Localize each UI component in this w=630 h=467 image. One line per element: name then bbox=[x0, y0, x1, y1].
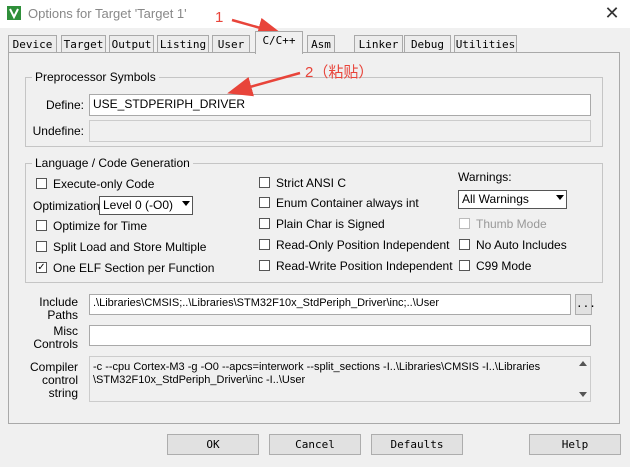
annotation-arrows bbox=[227, 17, 301, 97]
annotation-arrow-2 bbox=[227, 71, 301, 97]
tab-c-cpp[interactable]: C/C++ bbox=[255, 31, 303, 54]
